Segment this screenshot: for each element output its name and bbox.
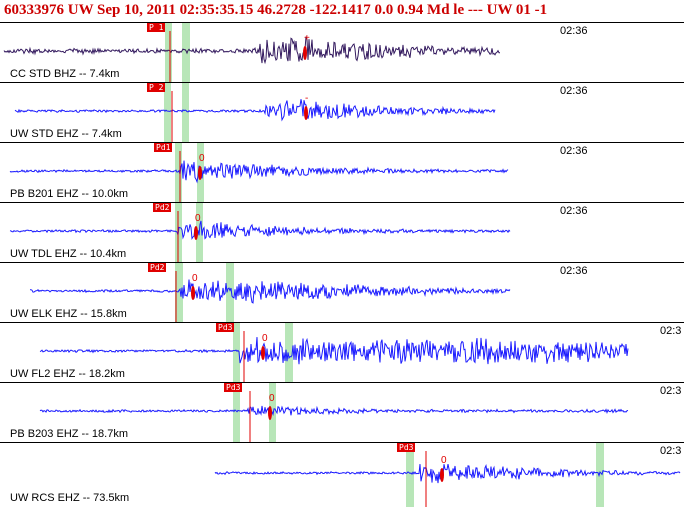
pick-symbol: - — [305, 93, 309, 104]
waveform-trace — [9, 160, 509, 184]
analysis-window — [226, 263, 234, 323]
coda-marker — [194, 226, 198, 240]
coda-marker — [304, 106, 308, 120]
analysis-window — [182, 23, 190, 83]
waveform-trace — [39, 405, 629, 417]
analysis-window — [182, 83, 189, 143]
trace-start-time: 02:3 — [660, 325, 682, 337]
channel-label: UW FL2 EHZ -- 18.2km — [10, 368, 125, 380]
pick-tag[interactable]: Pd2 — [148, 263, 167, 272]
channel-label: PB B203 EHZ -- 18.7km — [10, 428, 128, 440]
channel-label: UW RCS EHZ -- 73.5km — [10, 492, 130, 504]
title-bar: 60333976 UW Sep 10, 2011 02:35:35.15 46.… — [0, 0, 684, 22]
trace-panel[interactable]: P 1 +02:36 CC STD BHZ -- 7.4km — [0, 22, 684, 83]
coda-marker — [268, 406, 272, 420]
pick-symbol: + — [304, 33, 310, 44]
pick-symbol: 0 — [192, 273, 198, 284]
trace-start-time: 02:3 — [660, 385, 682, 397]
coda-marker — [191, 286, 195, 300]
channel-label: PB B201 EHZ -- 10.0km — [10, 188, 128, 200]
waveform-trace — [3, 36, 500, 65]
trace-panel[interactable]: Pd3 0 02:3 PB B203 EHZ -- 18.7km — [0, 382, 684, 443]
pick-symbol: 0 — [262, 333, 268, 344]
coda-marker — [303, 46, 307, 60]
analysis-window — [164, 83, 171, 143]
coda-marker — [261, 346, 265, 360]
trace-panel[interactable]: Pd2 0 02:36 UW ELK EHZ -- 15.8km — [0, 262, 684, 323]
waveform-trace — [214, 464, 681, 484]
trace-start-time: 02:36 — [560, 205, 588, 217]
trace-panel[interactable]: P 2 - 02:36 UW STD EHZ -- 7.4km — [0, 82, 684, 143]
seismogram-panels: P 1 +02:36 CC STD BHZ -- 7.4km P 2 - 02:36 UW … — [0, 22, 684, 507]
channel-label: UW TDL EHZ -- 10.4km — [10, 248, 127, 260]
analysis-window — [175, 143, 182, 203]
coda-marker — [198, 166, 202, 180]
analysis-window — [406, 443, 414, 507]
trace-panel[interactable]: Pd2 0 02:36 UW TDL EHZ -- 10.4km — [0, 202, 684, 263]
pick-tag[interactable]: Pd1 — [154, 143, 173, 152]
pick-tag[interactable]: Pd2 — [153, 203, 172, 212]
waveform-trace — [14, 99, 496, 122]
pick-tag[interactable]: Pd3 — [216, 323, 235, 332]
trace-start-time: 02:3 — [660, 445, 682, 457]
trace-panel[interactable]: Pd1 0 02:36 PB B201 EHZ -- 10.0km — [0, 142, 684, 203]
trace-panel[interactable]: Pd3 0 02:3 UW FL2 EHZ -- 18.2km — [0, 322, 684, 383]
trace-panel[interactable]: Pd3 0 02:3 UW RCS EHZ -- 73.5km — [0, 442, 684, 507]
analysis-window — [233, 383, 240, 443]
waveform-trace — [39, 337, 629, 365]
event-title: 60333976 UW Sep 10, 2011 02:35:35.15 46.… — [4, 2, 548, 18]
trace-start-time: 02:36 — [560, 25, 588, 37]
channel-label: UW ELK EHZ -- 15.8km — [10, 308, 127, 320]
trace-start-time: 02:36 — [560, 145, 588, 157]
channel-label: UW STD EHZ -- 7.4km — [10, 128, 122, 140]
trace-start-time: 02:36 — [560, 85, 588, 97]
pick-symbol: 0 — [199, 153, 205, 164]
analysis-window — [596, 443, 604, 507]
pick-tag[interactable]: Pd3 — [397, 443, 416, 452]
channel-label: CC STD BHZ -- 7.4km — [10, 68, 120, 80]
pick-tag[interactable]: Pd3 — [224, 383, 243, 392]
coda-marker — [440, 468, 444, 482]
analysis-window — [165, 23, 172, 83]
pick-symbol: 0 — [441, 455, 447, 466]
waveform-trace — [9, 220, 511, 241]
pick-tag[interactable]: P 2 — [147, 83, 166, 92]
trace-start-time: 02:36 — [560, 265, 588, 277]
pick-symbol: 0 — [195, 213, 201, 224]
waveform-trace — [29, 279, 511, 304]
pick-symbol: 0 — [269, 393, 275, 404]
pick-tag[interactable]: P 1 — [147, 23, 166, 32]
